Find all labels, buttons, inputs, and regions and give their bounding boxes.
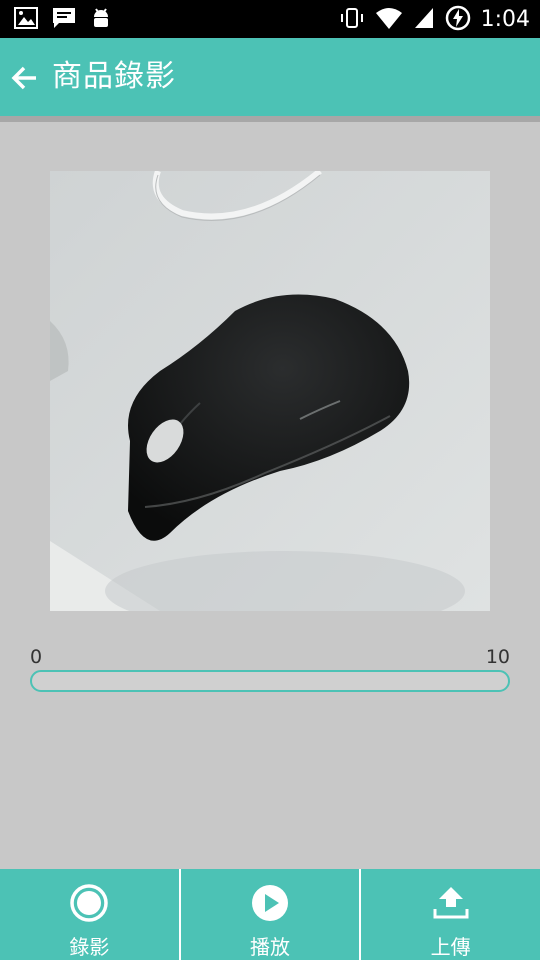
computer-mouse-photo — [50, 171, 490, 611]
image-notification-icon — [14, 7, 38, 33]
app-bar: 商品錄影 — [0, 38, 540, 116]
arrow-back-icon[interactable] — [10, 63, 40, 93]
message-notification-icon — [52, 7, 76, 33]
record-label: 錄影 — [69, 935, 110, 959]
status-bar: 1:04 — [0, 0, 540, 38]
progress-max-label: 10 — [485, 646, 510, 668]
vibrate-icon — [339, 6, 365, 34]
upload-button[interactable]: 上傳 — [361, 869, 540, 960]
app-bar-shadow — [0, 116, 540, 122]
play-button[interactable]: 播放 — [181, 869, 362, 960]
wifi-icon — [375, 6, 403, 34]
record-button[interactable]: 錄影 — [0, 869, 181, 960]
bottom-action-bar: 錄影 播放 上傳 — [0, 869, 540, 960]
progress-min-label: 0 — [30, 646, 43, 668]
upload-label: 上傳 — [430, 935, 471, 959]
signal-icon — [413, 6, 435, 34]
status-clock: 1:04 — [480, 7, 530, 32]
recording-progress-bar — [30, 670, 510, 692]
page-title: 商品錄影 — [52, 59, 176, 94]
android-debug-icon — [90, 6, 112, 34]
upload-icon — [431, 883, 471, 923]
play-label: 播放 — [250, 935, 290, 959]
play-icon — [250, 883, 290, 923]
camera-preview — [50, 171, 490, 611]
record-icon — [69, 883, 109, 923]
battery-charging-icon — [445, 5, 471, 35]
